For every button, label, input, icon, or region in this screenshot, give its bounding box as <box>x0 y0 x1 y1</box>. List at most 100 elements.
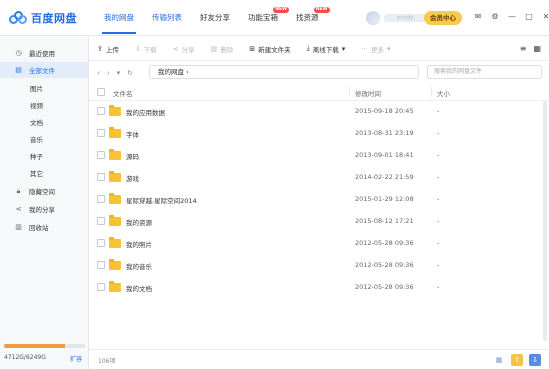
file-name[interactable]: 我的应用数据 <box>126 107 165 117</box>
mail-icon[interactable]: ✉ <box>473 12 483 22</box>
table-row[interactable]: 我的应用数据 2015-09-18 20:45 - <box>89 101 549 122</box>
sidebar-item-my-shares[interactable]: ⋖ 我的分享 <box>0 201 88 217</box>
refresh-icon[interactable]: ↻ <box>127 69 133 77</box>
table-row[interactable]: 我的文档 2012-05-28 09:36 - <box>89 277 549 298</box>
file-size: - <box>437 261 440 269</box>
table-row[interactable]: 我的资源 2015-08-12 17:21 - <box>89 211 549 232</box>
grid-view-icon[interactable]: ▦ <box>493 354 505 366</box>
file-size: - <box>437 239 440 247</box>
file-name[interactable]: 我的资源 <box>126 217 152 227</box>
avatar[interactable] <box>366 11 380 25</box>
modified-time: 2013-08-31 23:19 <box>355 129 414 137</box>
button-label: 下载 <box>143 45 157 54</box>
column-header-modified[interactable]: 修改时间 <box>355 88 381 98</box>
new-folder-button[interactable]: ⊞ 新建文件夹 <box>249 44 290 54</box>
file-size: - <box>437 151 440 159</box>
storage-quota-text: 4712G/6249G <box>4 354 46 361</box>
tab-find-resources[interactable]: 找资源 NEW <box>287 0 330 36</box>
row-checkbox[interactable] <box>97 283 105 291</box>
row-checkbox[interactable] <box>97 239 105 247</box>
username[interactable]: mindy <box>384 14 426 22</box>
modified-time: 2014-02-22 21:59 <box>355 173 414 181</box>
row-checkbox[interactable] <box>97 173 105 181</box>
file-name[interactable]: 我的文档 <box>126 283 152 293</box>
row-checkbox[interactable] <box>97 151 105 159</box>
user-box[interactable]: mindy <box>366 11 426 25</box>
file-name[interactable]: 游戏 <box>126 173 139 183</box>
tab-label: 功能宝箱 <box>248 13 278 22</box>
sidebar-item-all-files[interactable]: ▤ 全部文件 <box>0 62 88 78</box>
modified-time: 2015-08-12 17:21 <box>355 217 414 225</box>
view-toggles: ≡ ▦ <box>520 44 541 53</box>
row-checkbox[interactable] <box>97 129 105 137</box>
sidebar-item-documents[interactable]: 文档 <box>0 114 88 130</box>
file-name[interactable]: 源码 <box>126 151 139 161</box>
table-row[interactable]: 星际穿越.星际空间2014 2015-01-29 12:08 - <box>89 189 549 210</box>
offline-download-button[interactable]: ⤓ 离线下载 ▾ <box>307 44 346 54</box>
row-checkbox[interactable] <box>97 195 105 203</box>
clock-icon: ◷ <box>15 49 22 57</box>
download-icon: ⇩ <box>134 44 141 53</box>
close-icon[interactable]: ✕ <box>541 12 549 22</box>
sidebar-item-hidden-space[interactable]: 🔒︎ 隐藏空间 <box>0 183 88 199</box>
sidebar-item-label: 我的分享 <box>29 206 55 214</box>
sort-icon[interactable]: ≡ <box>520 44 527 53</box>
tab-my-netdisk[interactable]: 我的网盘 <box>95 0 143 36</box>
breadcrumb-item[interactable]: 我的网盘 <box>158 68 184 76</box>
modified-time: 2012-05-28 09:36 <box>355 283 414 291</box>
settings-icon[interactable]: ⚙ <box>490 12 500 22</box>
tab-label: 我的网盘 <box>104 13 134 22</box>
sidebar-item-recycle-bin[interactable]: ▥ 回收站 <box>0 219 88 235</box>
table-row[interactable]: 源码 2013-09-01 18:41 - <box>89 145 549 166</box>
table-row[interactable]: 游戏 2014-02-22 21:59 - <box>89 167 549 188</box>
row-checkbox[interactable] <box>97 261 105 269</box>
share-button[interactable]: ⋖ 分享 <box>173 44 195 54</box>
expand-storage-link[interactable]: 扩容 <box>70 354 82 363</box>
table-row[interactable]: 我的音乐 2012-05-28 09:36 - <box>89 255 549 276</box>
sidebar-item-torrents[interactable]: 种子 <box>0 148 88 164</box>
lock-icon: 🔒︎ <box>16 186 21 195</box>
vertical-scrollbar[interactable] <box>543 101 547 341</box>
file-name[interactable]: 我的音乐 <box>126 261 152 271</box>
folder-icon <box>109 171 121 182</box>
sidebar-item-videos[interactable]: 视频 <box>0 97 88 113</box>
storage-quota-fill <box>4 344 66 348</box>
file-name[interactable]: 星际穿越.星际空间2014 <box>126 195 197 205</box>
sidebar-item-music[interactable]: 音乐 <box>0 131 88 147</box>
select-all-checkbox[interactable] <box>97 88 105 96</box>
minimize-icon[interactable]: — <box>507 12 517 22</box>
row-checkbox[interactable] <box>97 107 105 115</box>
tab-toolbox[interactable]: 功能宝箱 NEW <box>239 0 289 36</box>
upload-button[interactable]: ⇪ 上传 <box>97 44 119 54</box>
button-label: 新建文件夹 <box>258 45 291 54</box>
tab-friend-share[interactable]: 好友分享 <box>191 0 239 36</box>
download-button[interactable]: ⇩ 下载 <box>135 44 157 54</box>
sidebar-item-recent[interactable]: ◷ 最近使用 <box>0 45 88 61</box>
file-name[interactable]: 我的照片 <box>126 239 152 249</box>
column-header-name[interactable]: 文件名 <box>113 88 133 98</box>
table-row[interactable]: 我的照片 2012-05-28 09:36 - <box>89 233 549 254</box>
more-button[interactable]: ··· 更多 ▾ <box>361 44 390 54</box>
row-checkbox[interactable] <box>97 217 105 225</box>
delete-button[interactable]: ▥ 删除 <box>211 44 234 54</box>
maximize-icon[interactable]: □ <box>524 12 534 22</box>
history-dropdown-icon[interactable]: ▾ <box>117 69 121 77</box>
tab-transfer-list[interactable]: 传输列表 <box>143 0 191 36</box>
download-queue-icon[interactable]: ⇩ <box>529 354 541 366</box>
sidebar: ◷ 最近使用 ▤ 全部文件 图片 视频 文档 音乐 种子 其它 🔒︎ 隐藏空间 ⋖ 我的… <box>0 37 89 369</box>
table-row[interactable]: 字体 2013-08-31 23:19 - <box>89 123 549 144</box>
modified-time: 2012-05-28 09:36 <box>355 261 414 269</box>
back-icon[interactable]: ‹ <box>97 69 100 77</box>
sidebar-item-other[interactable]: 其它 <box>0 165 88 181</box>
forward-icon[interactable]: › <box>107 69 110 77</box>
upload-queue-icon[interactable]: ⇧ <box>511 354 523 366</box>
breadcrumb[interactable]: 我的网盘 › <box>149 65 419 79</box>
file-name[interactable]: 字体 <box>126 129 139 139</box>
vip-center-button[interactable]: 会员中心 <box>424 11 462 25</box>
sidebar-item-label: 视频 <box>30 102 43 110</box>
grid-view-icon[interactable]: ▦ <box>533 44 541 53</box>
search-input[interactable]: 搜索我的网盘文件 <box>427 65 542 79</box>
sidebar-item-images[interactable]: 图片 <box>0 80 88 96</box>
item-count: 106项 <box>98 358 116 365</box>
column-header-size[interactable]: 大小 <box>437 88 450 98</box>
